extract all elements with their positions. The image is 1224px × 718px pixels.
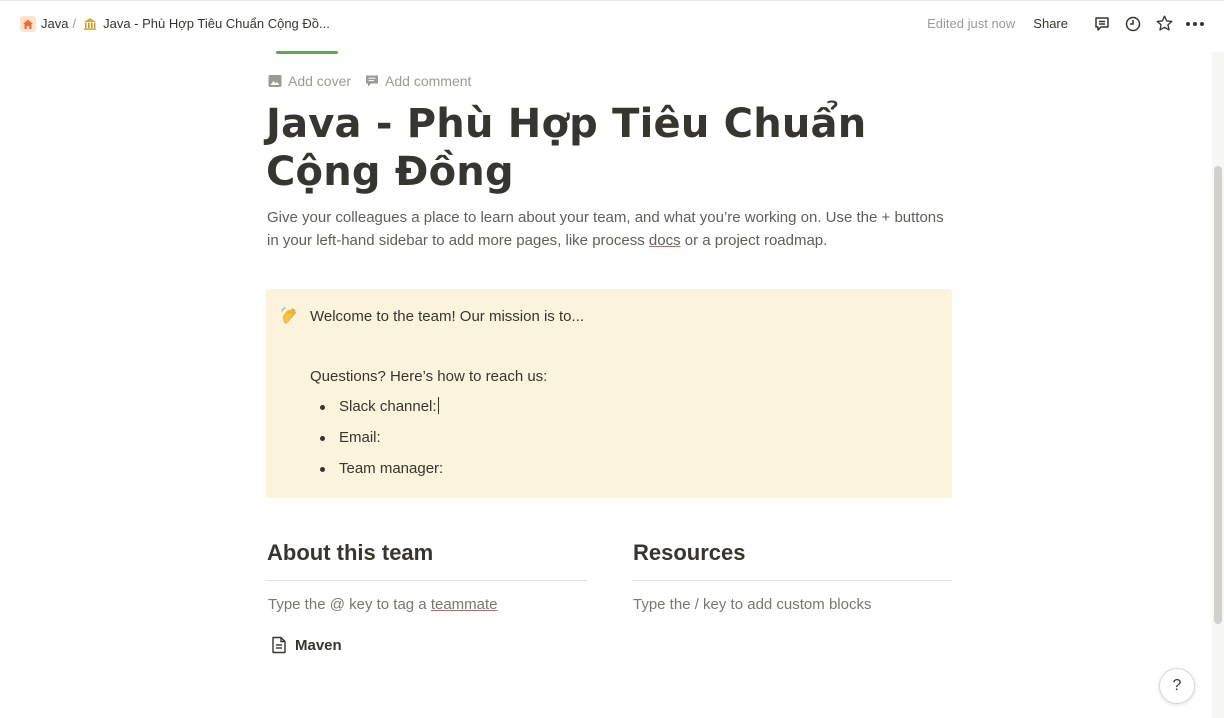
list-item-label: Team manager: <box>339 460 444 477</box>
share-button[interactable]: Share <box>1033 16 1068 31</box>
breadcrumb: Java / Java - Phù Hợp Tiêu Chuẩn Cộng Đồ… <box>20 1 330 46</box>
page-icon <box>272 636 286 654</box>
clock-icon[interactable] <box>1122 13 1144 35</box>
maven-page-link[interactable]: Maven <box>271 636 342 654</box>
edited-status: Edited just now <box>927 16 1016 31</box>
maven-label: Maven <box>295 636 342 654</box>
add-comment-label: Add comment <box>385 73 472 89</box>
about-hint-teammate-word: teammate <box>430 596 498 613</box>
callout-mission-text[interactable]: Welcome to the team! Our mission is to..… <box>310 308 584 325</box>
bullet-dot <box>320 436 325 441</box>
about-heading[interactable]: About this team <box>267 540 433 566</box>
more-options-icon[interactable] <box>1184 13 1206 35</box>
resources-placeholder[interactable]: Type the / key to add custom blocks <box>633 596 871 613</box>
about-placeholder[interactable]: Type the @ key to tag a teammate <box>268 596 498 613</box>
resources-divider <box>632 580 952 581</box>
add-cover-button[interactable]: Add cover <box>268 73 351 89</box>
topbar: Java / Java - Phù Hợp Tiêu Chuẩn Cộng Đồ… <box>0 0 1224 45</box>
comments-icon[interactable] <box>1091 13 1113 35</box>
description-docs-word: docs <box>648 232 681 249</box>
classical-building-icon <box>82 16 98 32</box>
about-divider <box>266 580 587 581</box>
list-item-label: Slack channel: <box>339 398 437 415</box>
topbar-tools: Edited just now Share <box>927 1 1206 46</box>
page-actions: Add cover Add comment <box>268 73 485 89</box>
waving-hand-icon[interactable] <box>280 306 300 326</box>
text-cursor <box>437 397 439 414</box>
callout-questions-text[interactable]: Questions? Here’s how to reach us: <box>310 368 547 385</box>
about-hint-text: Type the @ key to tag a <box>268 596 431 613</box>
description-text-2: or a project roadmap. <box>680 232 828 249</box>
list-item[interactable]: Slack channel: <box>318 397 443 428</box>
breadcrumb-item-current-page[interactable]: Java - Phù Hợp Tiêu Chuẩn Cộng Đồ... <box>103 16 330 31</box>
comment-icon <box>366 75 379 87</box>
page-description[interactable]: Give your colleagues a place to learn ab… <box>267 206 947 252</box>
description-text-1: Give your colleagues a place to learn ab… <box>267 209 944 249</box>
contact-list: Slack channel: Email: Team manager: <box>318 397 443 490</box>
house-icon <box>20 15 36 32</box>
bullet-dot <box>320 467 325 472</box>
page-title[interactable]: Java - Phù Hợp Tiêu Chuẩn Cộng Đồng <box>266 100 926 196</box>
add-cover-label: Add cover <box>288 73 352 89</box>
breadcrumb-separator: / <box>72 16 77 31</box>
list-item[interactable]: Team manager: <box>318 459 443 490</box>
image-icon <box>268 75 282 87</box>
scrollbar-thumb[interactable] <box>1214 166 1222 624</box>
page-accent-bar <box>276 51 338 54</box>
list-item[interactable]: Email: <box>318 428 443 459</box>
star-icon[interactable] <box>1153 13 1175 35</box>
add-comment-button[interactable]: Add comment <box>365 73 471 89</box>
list-item-label: Email: <box>339 429 381 446</box>
bullet-dot <box>320 405 325 410</box>
breadcrumb-item-java[interactable]: Java <box>41 16 68 31</box>
help-button[interactable]: ? <box>1159 668 1195 704</box>
resources-heading[interactable]: Resources <box>633 540 746 566</box>
